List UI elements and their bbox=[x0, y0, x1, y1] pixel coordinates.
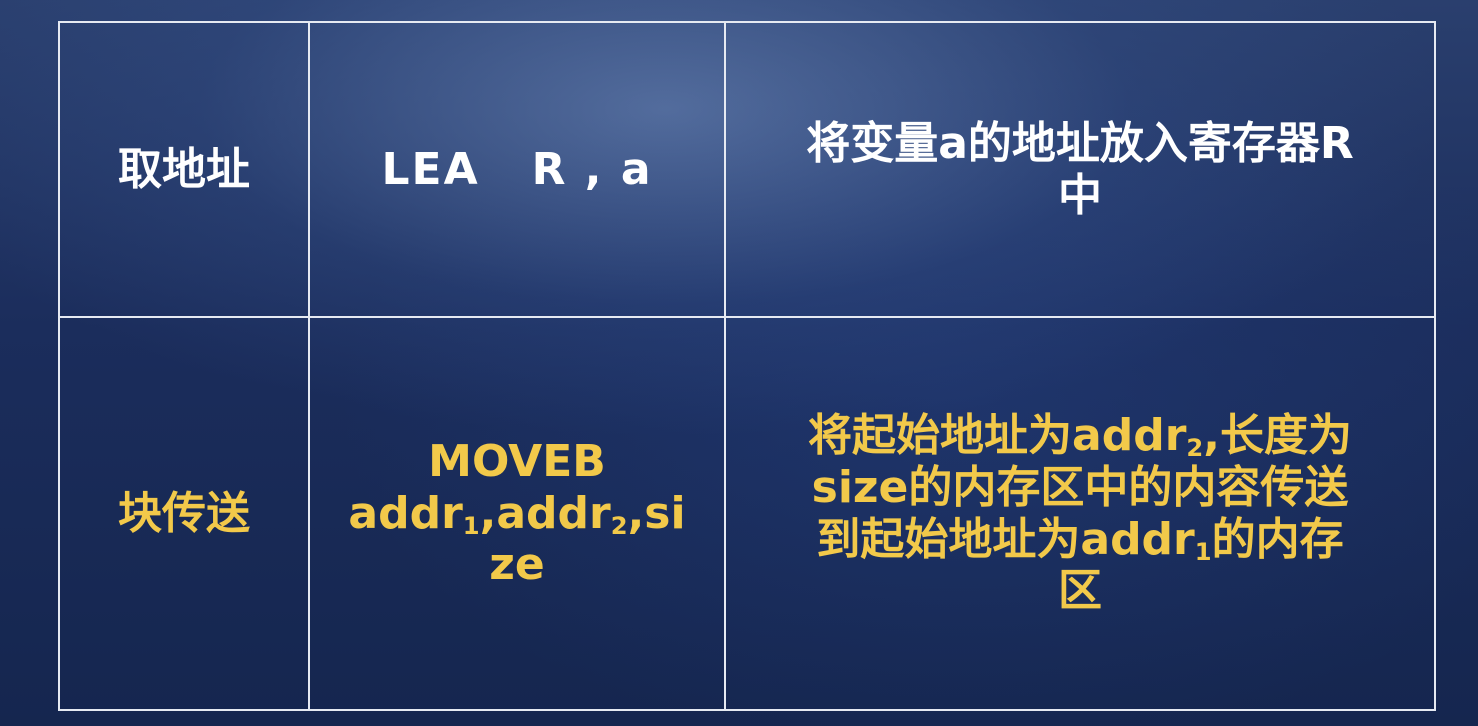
description-line: 将变量a的地址放入寄存器R bbox=[806, 117, 1354, 169]
subscript: 1 bbox=[462, 511, 480, 540]
subscript: 1 bbox=[1194, 537, 1212, 566]
description-line: 将起始地址为addr2,长度为 bbox=[740, 410, 1420, 462]
description-text: 到起始地址为addr bbox=[816, 513, 1195, 565]
cell-description: 将变量a的地址放入寄存器R 中 bbox=[724, 21, 1436, 318]
slide: 取地址 LEA R , a 将变量a的地址放入寄存器R 中 块传送 MOVEB … bbox=[0, 0, 1478, 726]
description-line: 到起始地址为addr1的内存 bbox=[740, 514, 1420, 566]
instruction-moveb: MOVEB addr1,addr2,si ze bbox=[324, 436, 710, 592]
op-name-moveb: 块传送 bbox=[118, 487, 250, 539]
cell-op-name: 取地址 bbox=[58, 21, 310, 318]
description-moveb: 将起始地址为addr2,长度为 size的内存区中的内容传送 到起始地址为add… bbox=[740, 410, 1420, 618]
cell-instruction: LEA R , a bbox=[308, 21, 726, 318]
description-text: 将起始地址为addr bbox=[808, 409, 1187, 461]
cell-description: 将起始地址为addr2,长度为 size的内存区中的内容传送 到起始地址为add… bbox=[724, 316, 1436, 711]
operand-text: addr bbox=[348, 487, 463, 539]
instruction-line: ze bbox=[489, 539, 545, 591]
description-text: 的内存 bbox=[1211, 513, 1344, 565]
subscript: 2 bbox=[1186, 433, 1204, 462]
op-name-lea: 取地址 bbox=[118, 143, 250, 195]
subscript: 2 bbox=[610, 511, 628, 540]
table-row: 取地址 LEA R , a 将变量a的地址放入寄存器R 中 bbox=[58, 21, 1436, 318]
instruction-line: MOVEB bbox=[428, 435, 606, 487]
description-line: size的内存区中的内容传送 bbox=[811, 461, 1349, 513]
operand-text: ,si bbox=[627, 487, 686, 539]
table-row: 块传送 MOVEB addr1,addr2,si ze 将起始地址为addr2,… bbox=[58, 316, 1436, 711]
description-line: 中 bbox=[1058, 169, 1102, 221]
operand-text: ,addr bbox=[479, 487, 611, 539]
cell-op-name: 块传送 bbox=[58, 316, 310, 711]
instruction-table: 取地址 LEA R , a 将变量a的地址放入寄存器R 中 块传送 MOVEB … bbox=[58, 21, 1436, 711]
cell-instruction: MOVEB addr1,addr2,si ze bbox=[308, 316, 726, 711]
description-line: 区 bbox=[1058, 565, 1102, 617]
description-text: ,长度为 bbox=[1203, 409, 1352, 461]
description-lea: 将变量a的地址放入寄存器R 中 bbox=[740, 118, 1420, 222]
instruction-lea: LEA R , a bbox=[381, 143, 653, 195]
instruction-line: addr1,addr2,si bbox=[324, 488, 710, 540]
